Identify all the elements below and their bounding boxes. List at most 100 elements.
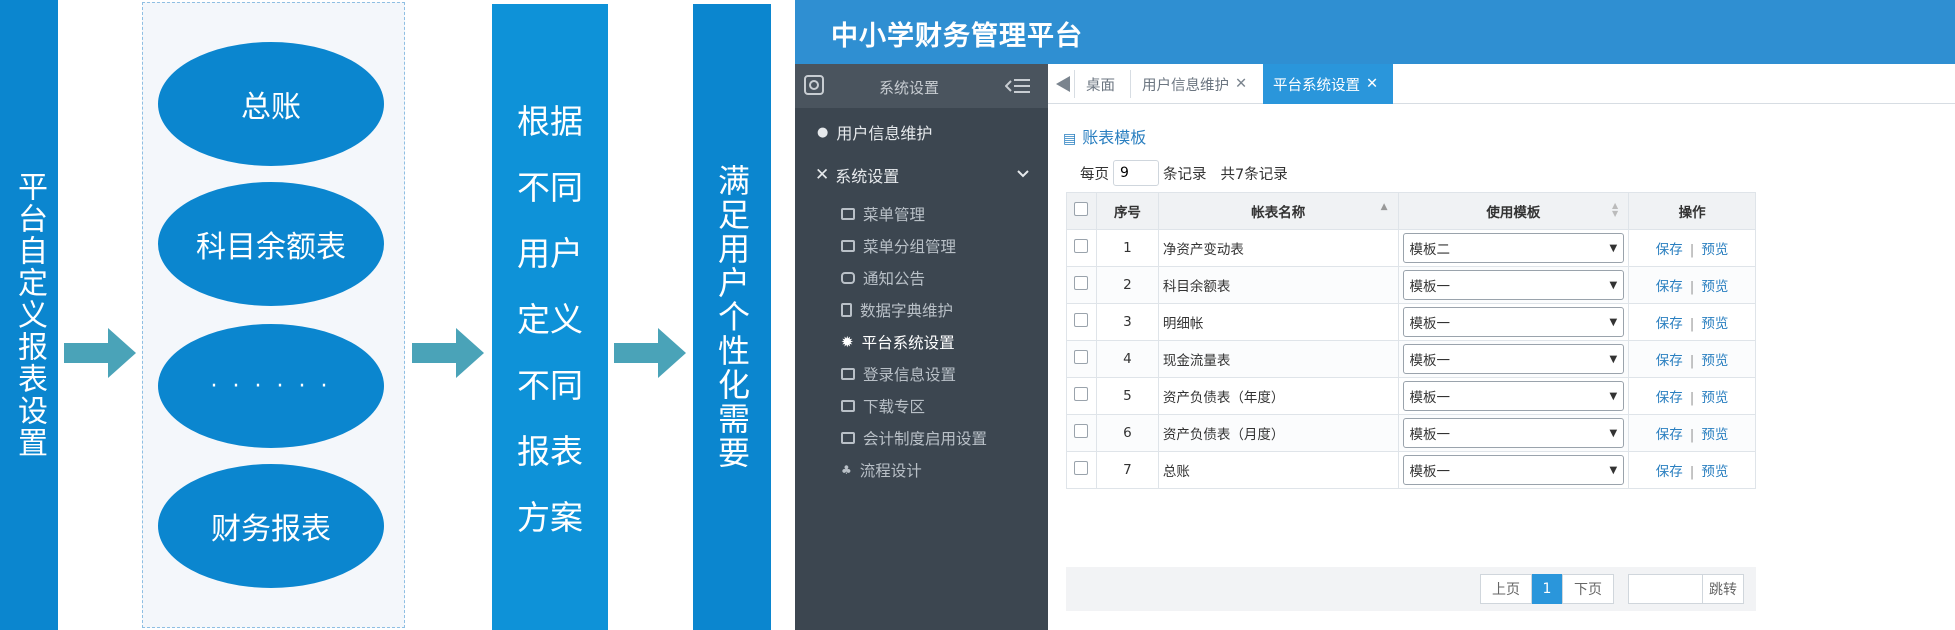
- close-icon[interactable]: ✕: [1366, 76, 1378, 92]
- row-no: 4: [1095, 340, 1159, 378]
- sidebar-sub-menu-group[interactable]: 菜单分组管理: [795, 230, 1048, 262]
- template-select[interactable]: 模板一 ▼: [1402, 381, 1625, 411]
- arrow-right-icon: [412, 328, 484, 378]
- header-name[interactable]: 帐表名称 ▲: [1157, 192, 1399, 230]
- middle-line: 用户: [517, 234, 583, 273]
- select-all-checkbox[interactable]: [1074, 202, 1089, 216]
- dropdown-arrow-icon: ▼: [1609, 279, 1618, 291]
- download-icon: [841, 400, 855, 412]
- template-select[interactable]: 模板一 ▼: [1402, 307, 1625, 337]
- middle-line: 定义: [517, 300, 583, 339]
- sidebar-sub-accounting-system[interactable]: 会计制度启用设置: [795, 422, 1048, 454]
- preview-link[interactable]: 预览: [1701, 390, 1728, 406]
- sidebar-sub-label: 平台系统设置: [861, 334, 955, 352]
- row-checkbox[interactable]: [1074, 424, 1089, 438]
- sidebar-sub-label: 菜单管理: [863, 206, 926, 224]
- sidebar-sub-label: 会计制度启用设置: [863, 430, 988, 448]
- preview-link[interactable]: 预览: [1701, 427, 1728, 443]
- dropdown-arrow-icon: ▼: [1609, 353, 1618, 365]
- template-select[interactable]: 模板一 ▼: [1402, 418, 1625, 448]
- save-link[interactable]: 保存: [1656, 316, 1683, 332]
- row-checkbox[interactable]: [1074, 461, 1089, 475]
- tools-icon: ✕: [815, 165, 830, 185]
- save-link[interactable]: 保存: [1656, 464, 1683, 480]
- current-page-button[interactable]: 1: [1532, 574, 1562, 604]
- next-page-button[interactable]: 下页: [1562, 574, 1614, 604]
- sidebar-sub-data-dictionary[interactable]: 数据字典维护: [795, 294, 1048, 326]
- dropdown-arrow-icon: ▼: [1609, 464, 1618, 476]
- app-header: 中小学财务管理平台: [795, 0, 1955, 64]
- gear-icon: ✹: [841, 333, 854, 351]
- menu-group-icon: [841, 240, 855, 252]
- sidebar-sub-workflow[interactable]: ♣ 流程设计: [795, 454, 1048, 486]
- table-row: 5 资产负债表（年度） 模板一 ▼ 保存 | 预览: [1066, 377, 1756, 415]
- pagination-bar: 上页 1 下页 跳转: [1066, 567, 1756, 611]
- preview-link[interactable]: 预览: [1701, 353, 1728, 369]
- arrow-right-icon: [64, 328, 136, 378]
- notice-icon: [841, 272, 855, 284]
- diagram-left-bar: 平台自定义报表设置: [0, 0, 58, 630]
- row-checkbox[interactable]: [1074, 387, 1089, 401]
- sidebar-sub-menu-management[interactable]: 菜单管理: [795, 198, 1048, 230]
- sidebar-sub-label: 下载专区: [863, 398, 926, 416]
- row-report-name: 资产负债表（年度）: [1157, 377, 1399, 415]
- save-link[interactable]: 保存: [1656, 242, 1683, 258]
- sidebar-item-user-info[interactable]: ● 用户信息维护: [795, 116, 1048, 148]
- row-checkbox[interactable]: [1074, 239, 1089, 253]
- sidebar-sub-download[interactable]: 下载专区: [795, 390, 1048, 422]
- dropdown-arrow-icon: ▼: [1609, 427, 1618, 439]
- diagram-middle-bar: 根据 不同 用户 定义 不同 报表 方案: [492, 4, 608, 630]
- row-checkbox[interactable]: [1074, 313, 1089, 327]
- save-link[interactable]: 保存: [1656, 279, 1683, 295]
- preview-link[interactable]: 预览: [1701, 279, 1728, 295]
- row-report-name: 资产负债表（月度）: [1157, 414, 1399, 452]
- dropdown-arrow-icon: ▼: [1609, 390, 1618, 402]
- middle-line: 方案: [517, 498, 583, 537]
- row-report-name: 现金流量表: [1157, 340, 1399, 378]
- tab-scroll-left-icon[interactable]: [1054, 76, 1072, 92]
- collapse-menu-icon[interactable]: [1005, 77, 1031, 95]
- sidebar-sub-label: 数据字典维护: [860, 302, 954, 320]
- item-financial-report: 财务报表: [158, 464, 384, 588]
- preview-link[interactable]: 预览: [1701, 242, 1728, 258]
- row-checkbox[interactable]: [1074, 350, 1089, 364]
- left-bar-text: 平台自定义报表设置: [12, 171, 47, 459]
- sidebar-sub-login-settings[interactable]: 登录信息设置: [795, 358, 1048, 390]
- menu-icon: [841, 208, 855, 220]
- sidebar-item-label: 用户信息维护: [836, 124, 933, 143]
- sidebar-sub-label: 菜单分组管理: [863, 238, 957, 256]
- row-no: 1: [1095, 229, 1159, 267]
- jump-button[interactable]: 跳转: [1702, 574, 1744, 604]
- row-no: 5: [1095, 377, 1159, 415]
- page-size-input[interactable]: [1113, 160, 1159, 186]
- row-report-name: 明细帐: [1157, 303, 1399, 341]
- sidebar-sub-platform-settings[interactable]: ✹ 平台系统设置: [795, 326, 1048, 358]
- template-select[interactable]: 模板一 ▼: [1402, 270, 1625, 300]
- template-select[interactable]: 模板一 ▼: [1402, 344, 1625, 374]
- save-link[interactable]: 保存: [1656, 353, 1683, 369]
- sidebar-item-system-settings[interactable]: ✕ 系统设置: [795, 158, 1048, 192]
- item-balance-sheet: 科目余额表: [158, 182, 384, 306]
- table-row: 2 科目余额表 模板一 ▼ 保存 | 预览: [1066, 266, 1756, 304]
- close-icon[interactable]: ✕: [1235, 76, 1247, 92]
- page-jump-input[interactable]: [1628, 574, 1704, 604]
- report-template-table: 序号 帐表名称 ▲ 使用模板 ▲ ▼ 操作 1 净资产变动表 模板二 ▼ 保存 | 预览 2 科目…: [1066, 192, 1756, 489]
- table-header-row: 序号 帐表名称 ▲ 使用模板 ▲ ▼ 操作: [1066, 192, 1756, 230]
- row-checkbox[interactable]: [1074, 276, 1089, 290]
- table-row: 3 明细帐 模板一 ▼ 保存 | 预览: [1066, 303, 1756, 341]
- preview-link[interactable]: 预览: [1701, 464, 1728, 480]
- page-size-row: 每页 条记录 共7条记录: [1080, 160, 1288, 186]
- prev-page-button[interactable]: 上页: [1480, 574, 1532, 604]
- save-link[interactable]: 保存: [1656, 390, 1683, 406]
- tab-platform-settings[interactable]: 平台系统设置 ✕: [1263, 64, 1393, 104]
- preview-link[interactable]: 预览: [1701, 316, 1728, 332]
- tab-user-info[interactable]: 用户信息维护 ✕: [1132, 64, 1257, 104]
- save-link[interactable]: 保存: [1656, 427, 1683, 443]
- table-row: 6 资产负债表（月度） 模板一 ▼ 保存 | 预览: [1066, 414, 1756, 452]
- template-select[interactable]: 模板一 ▼: [1402, 455, 1625, 485]
- header-action: 操作: [1628, 192, 1756, 230]
- header-template[interactable]: 使用模板 ▲ ▼: [1397, 192, 1630, 230]
- tab-desktop[interactable]: 桌面: [1076, 64, 1125, 104]
- template-select[interactable]: 模板二 ▼: [1402, 233, 1625, 263]
- sidebar-sub-notice[interactable]: 通知公告: [795, 262, 1048, 294]
